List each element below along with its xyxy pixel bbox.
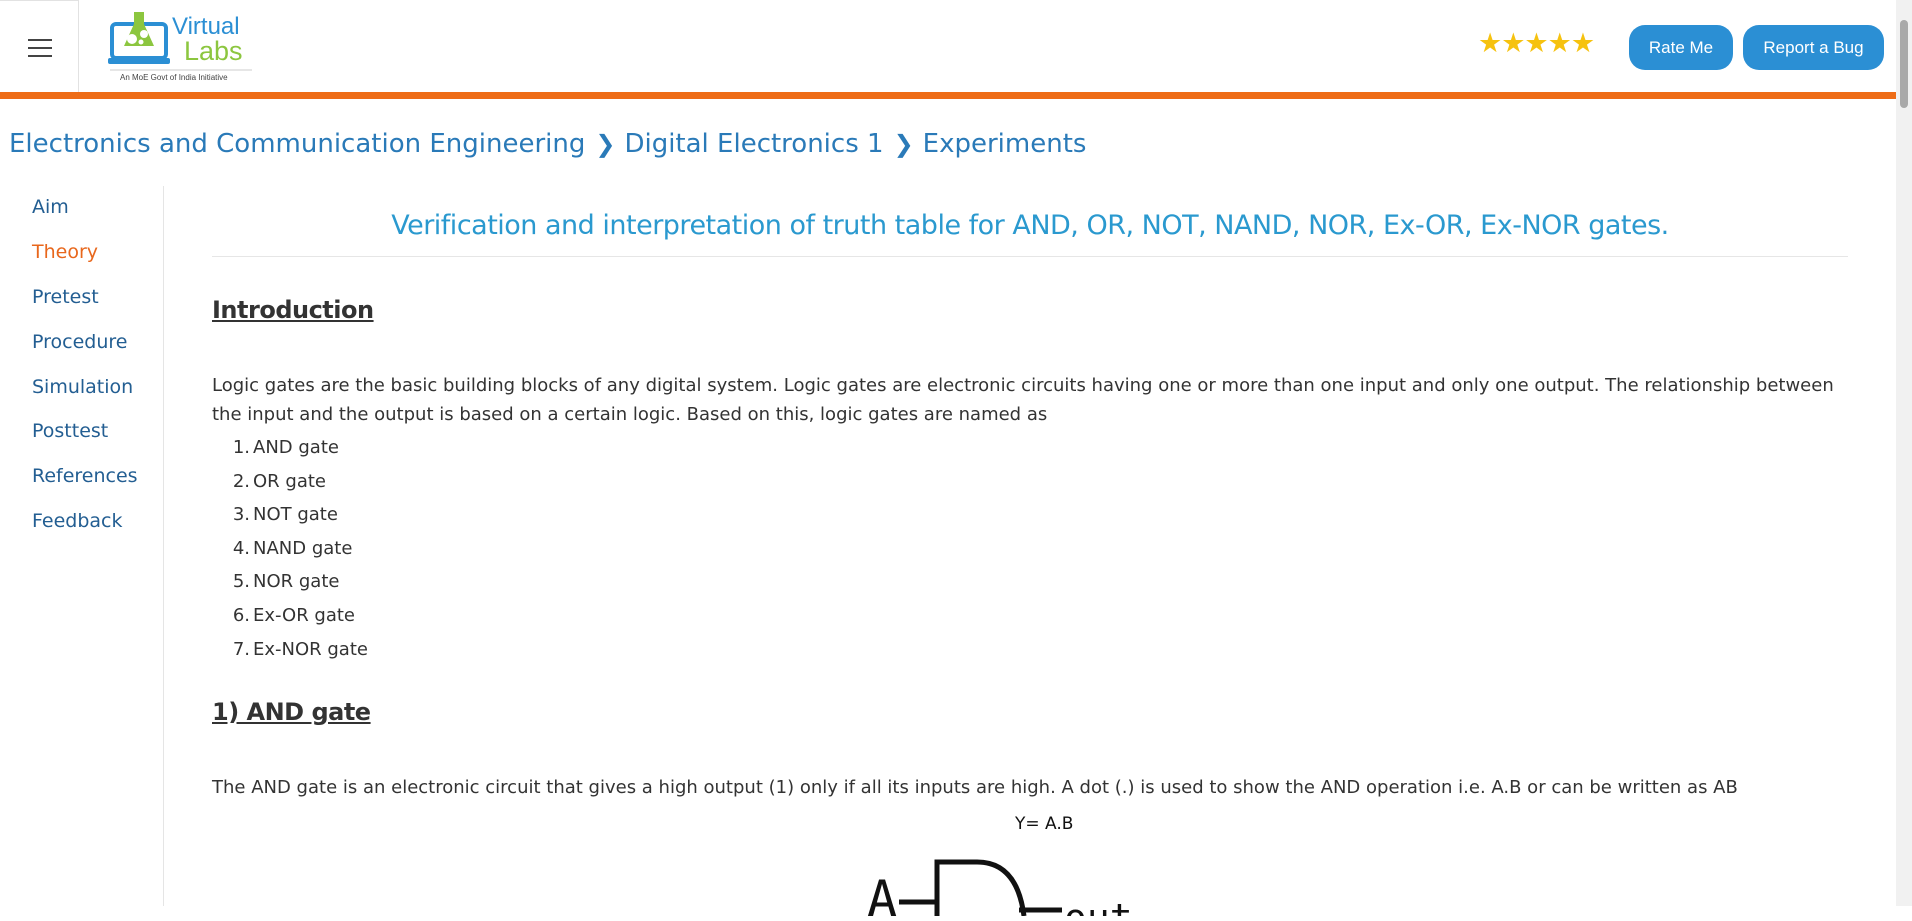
- introduction-heading: Introduction: [212, 296, 374, 324]
- experiment-sidebar: Aim Theory Pretest Procedure Simulation …: [0, 186, 164, 906]
- report-bug-button[interactable]: Report a Bug: [1743, 25, 1884, 70]
- breadcrumb: Electronics and Communication Engineerin…: [9, 124, 1086, 164]
- list-item: 4. NAND gate: [232, 537, 353, 559]
- chevron-right-icon: ❯: [893, 130, 914, 158]
- list-item: 5. NOR gate: [232, 571, 340, 593]
- sidebar-item-theory[interactable]: Theory: [32, 241, 98, 263]
- list-item: 6. Ex-OR gate: [232, 604, 356, 626]
- rate-me-button[interactable]: Rate Me: [1629, 25, 1733, 70]
- rating-stars-icon[interactable]: ★★★★★: [1478, 28, 1595, 60]
- sidebar-item-posttest[interactable]: Posttest: [32, 420, 108, 442]
- gates-list: 1. AND gate 2. OR gate 3. NOT gate 4. NAND g…: [232, 431, 368, 666]
- breadcrumb-lab[interactable]: Digital Electronics 1: [624, 129, 883, 159]
- sidebar-item-simulation[interactable]: Simulation: [32, 376, 133, 398]
- list-item: 1. AND gate: [232, 437, 339, 458]
- hamburger-menu-button[interactable]: [0, 0, 79, 92]
- svg-text:Labs: Labs: [184, 36, 243, 66]
- menu-bar-icon: [28, 55, 52, 57]
- breadcrumb-experiments[interactable]: Experiments: [923, 129, 1087, 159]
- output-label: out: [1064, 896, 1133, 916]
- sidebar-item-procedure[interactable]: Procedure: [32, 331, 127, 353]
- menu-bar-icon: [28, 47, 52, 49]
- list-item: 7. Ex-NOR gate: [232, 638, 368, 660]
- and-gate-icon: [934, 859, 1027, 917]
- sidebar-item-pretest[interactable]: Pretest: [32, 286, 99, 308]
- title-divider: [212, 256, 1848, 257]
- and-gate-heading: 1) AND gate: [212, 698, 371, 726]
- sidebar-item-aim[interactable]: Aim: [32, 196, 69, 218]
- chevron-right-icon: ❯: [595, 130, 616, 158]
- menu-bar-icon: [28, 39, 52, 41]
- equation-label: Y= A.B: [1014, 814, 1073, 834]
- list-item: 2. OR gate: [232, 470, 326, 492]
- top-header: Virtual Labs An MoE Govt of India Initia…: [0, 0, 1896, 99]
- sidebar-item-references[interactable]: References: [32, 465, 138, 487]
- list-item: 3. NOT gate: [232, 504, 338, 526]
- svg-text:An MoE Govt of India Initiativ: An MoE Govt of India Initiative: [120, 73, 228, 82]
- page-scrollbar[interactable]: [1896, 0, 1912, 906]
- logo-monitor-icon: Virtual Labs An MoE Govt of India Initia…: [108, 12, 252, 82]
- input-a-label: A: [867, 870, 897, 916]
- scrollbar-thumb[interactable]: [1900, 20, 1908, 108]
- page-title: Verification and interpretation of truth…: [391, 210, 1669, 241]
- introduction-paragraph: Logic gates are the basic building block…: [212, 375, 1834, 425]
- virtual-labs-logo[interactable]: Virtual Labs An MoE Govt of India Initia…: [108, 6, 254, 86]
- and-gate-paragraph: The AND gate is an electronic circuit th…: [212, 777, 1738, 798]
- breadcrumb-discipline[interactable]: Electronics and Communication Engineerin…: [9, 129, 585, 159]
- sidebar-item-feedback[interactable]: Feedback: [32, 510, 122, 532]
- and-gate-diagram: Y= A.B A out: [867, 806, 1267, 921]
